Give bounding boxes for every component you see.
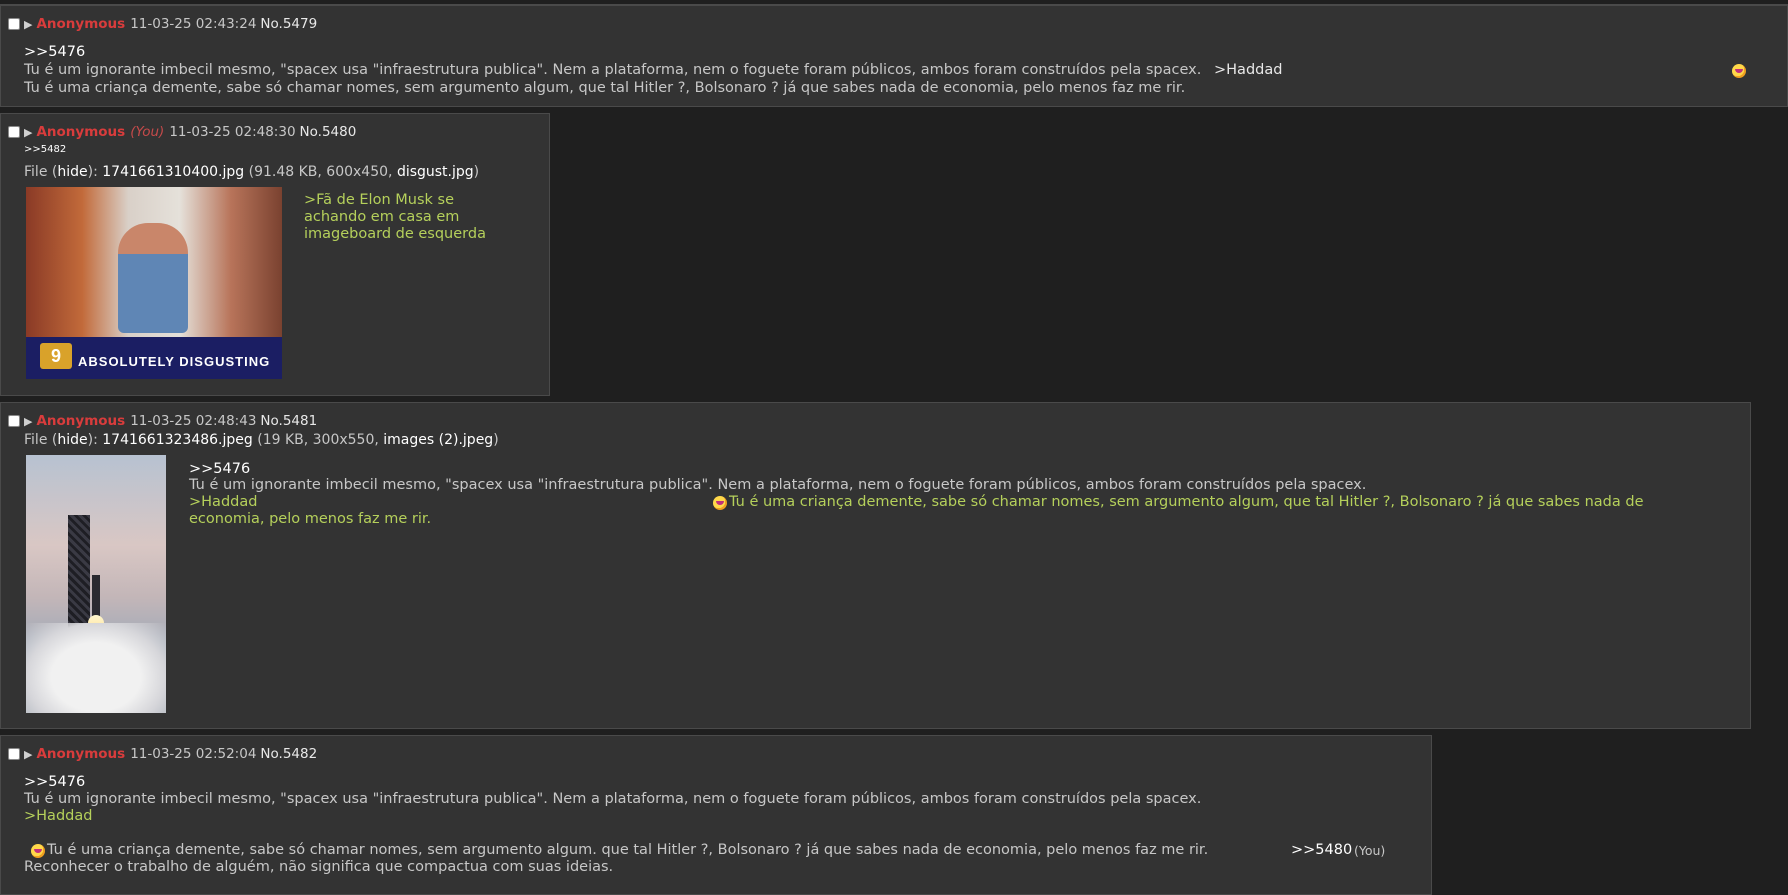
post-text-line: Tu é um ignorante imbecil mesmo, "spacex… — [24, 62, 1202, 78]
post-5480: ▶ Anonymous (You) 11-03-25 02:48:30 No.5… — [0, 113, 550, 396]
post-text-line: Reconhecer o trabalho de alguém, não sig… — [24, 859, 614, 875]
menu-arrow-icon[interactable]: ▶ — [24, 18, 32, 31]
post-text-line: Tu é um ignorante imbecil mesmo, "spacex… — [189, 477, 1367, 493]
quote-link-5476[interactable]: >>5476 — [24, 44, 85, 60]
image-thumbnail[interactable]: 9 ABSOLUTELY DISGUSTING — [26, 187, 282, 379]
post-header: ▶ Anonymous 11-03-25 02:48:43 No.5481 — [8, 413, 317, 429]
rocket — [92, 575, 100, 620]
greentext-line: achando em casa em — [304, 209, 460, 225]
quote-link-5476[interactable]: >>5476 — [189, 461, 250, 477]
greentext-line: >Haddad — [24, 808, 93, 824]
file-name-link[interactable]: 1741661323486.jpeg — [102, 432, 253, 448]
you-marker: (You) — [130, 124, 165, 140]
poster-name: Anonymous — [36, 746, 126, 762]
emoji-rofl-icon — [31, 844, 45, 858]
post-number-link[interactable]: No.5481 — [260, 413, 317, 429]
post-number-link[interactable]: No.5479 — [260, 16, 317, 32]
post-select-checkbox[interactable] — [8, 415, 20, 427]
poster-name: Anonymous — [36, 16, 126, 32]
post-select-checkbox[interactable] — [8, 18, 20, 30]
hide-file-link[interactable]: hide — [57, 164, 87, 180]
post-header: ▶ Anonymous 11-03-25 02:52:04 No.5482 — [8, 746, 317, 762]
file-info: File (hide): 1741661323486.jpeg (19 KB, … — [24, 432, 499, 448]
post-select-checkbox[interactable] — [8, 126, 20, 138]
hide-file-link[interactable]: hide — [57, 432, 87, 448]
greentext-line: imageboard de esquerda — [304, 226, 486, 242]
thumbnail-caption: ABSOLUTELY DISGUSTING — [78, 354, 271, 369]
post-number-link[interactable]: No.5480 — [300, 124, 357, 140]
post-text-line: Tu é uma criança demente, sabe só chamar… — [47, 842, 1209, 858]
file-info: File (hide): 1741661310400.jpg (91.48 KB… — [24, 164, 479, 180]
post-text-line: Tu é uma criança demente, sabe só chamar… — [24, 80, 1186, 96]
post-number-link[interactable]: No.5482 — [260, 746, 317, 762]
backlink-5482[interactable]: >>5482 — [24, 144, 66, 155]
file-label: File ( — [24, 164, 58, 180]
post-header: ▶ Anonymous (You) 11-03-25 02:48:30 No.5… — [8, 124, 356, 140]
file-label-end: ): — [87, 164, 98, 180]
quote-link-5476[interactable]: >>5476 — [24, 774, 85, 790]
menu-arrow-icon[interactable]: ▶ — [24, 748, 32, 761]
file-label: File ( — [24, 432, 58, 448]
file-label-end: ): — [87, 432, 98, 448]
post-5479: ▶ Anonymous 11-03-25 02:43:24 No.5479 >>… — [0, 5, 1788, 107]
post-select-checkbox[interactable] — [8, 748, 20, 760]
quote-link-5480[interactable]: >>5480 — [1291, 842, 1352, 858]
file-name-link[interactable]: 1741661310400.jpg — [102, 164, 244, 180]
post-5482: ▶ Anonymous 11-03-25 02:52:04 No.5482 >>… — [0, 735, 1432, 895]
emoji-rofl-icon — [1732, 64, 1746, 78]
poster-name: Anonymous — [36, 413, 126, 429]
image-thumbnail[interactable] — [26, 455, 166, 713]
file-close: ) — [493, 432, 499, 448]
launch-smoke — [26, 623, 166, 713]
you-marker: (You) — [1354, 843, 1386, 858]
post-header: ▶ Anonymous 11-03-25 02:43:24 No.5479 — [8, 16, 317, 32]
post-text-haddad: >Haddad — [1214, 62, 1283, 78]
greentext-line: >Fã de Elon Musk se — [304, 192, 454, 208]
file-meta: (91.48 KB, 600x450, — [248, 164, 393, 180]
menu-arrow-icon[interactable]: ▶ — [24, 126, 32, 139]
greentext-line: Tu é uma criança demente, sabe só chamar… — [729, 494, 1644, 510]
post-date: 11-03-25 02:48:30 — [169, 124, 296, 140]
file-close: ) — [473, 164, 480, 180]
post-text-line: Tu é um ignorante imbecil mesmo, "spacex… — [24, 791, 1202, 807]
file-meta: (19 KB, 300x550, — [257, 432, 379, 448]
post-date: 11-03-25 02:48:43 — [130, 413, 257, 429]
news-logo: 9 — [40, 343, 72, 369]
greentext-line: economia, pelo menos faz me rir. — [189, 511, 432, 527]
post-5481: ▶ Anonymous 11-03-25 02:48:43 No.5481 Fi… — [0, 402, 1751, 729]
original-file-name[interactable]: disgust.jpg — [397, 164, 474, 180]
original-file-name[interactable]: images (2).jpeg — [383, 432, 493, 448]
greentext-line: >Haddad — [189, 494, 258, 510]
thumbnail-person — [118, 223, 188, 333]
emoji-rofl-icon — [713, 496, 727, 510]
post-date: 11-03-25 02:43:24 — [130, 16, 257, 32]
poster-name: Anonymous — [36, 124, 126, 140]
menu-arrow-icon[interactable]: ▶ — [24, 415, 32, 428]
post-date: 11-03-25 02:52:04 — [130, 746, 257, 762]
